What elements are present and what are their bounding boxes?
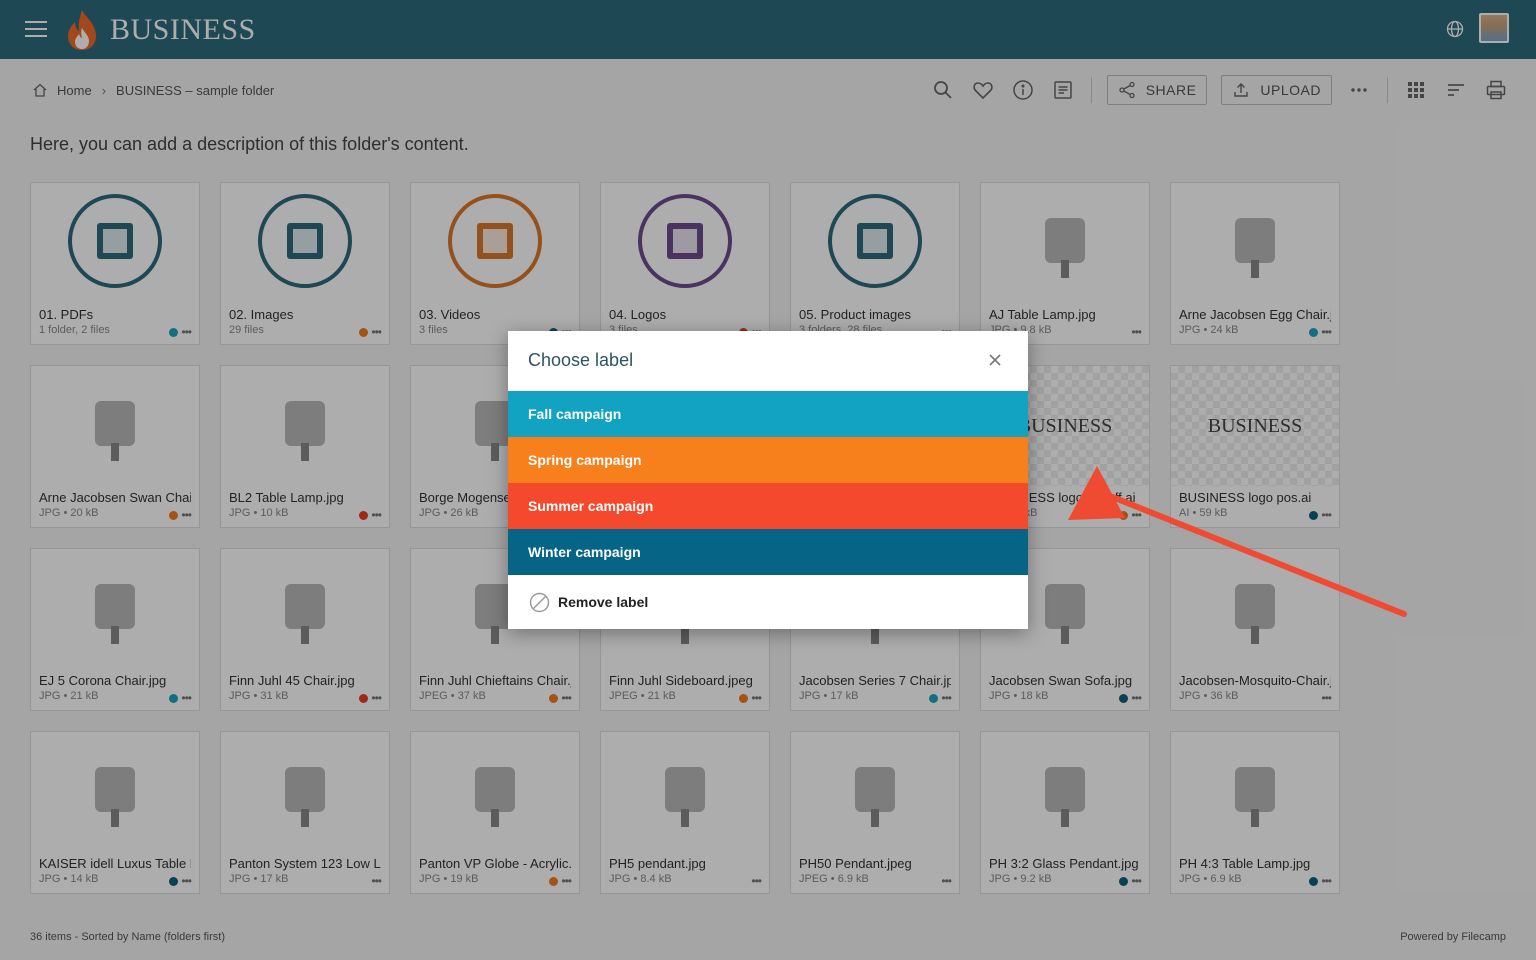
label-option-fall[interactable]: Fall campaign: [508, 391, 1028, 437]
prohibited-icon: [529, 592, 550, 612]
label-option-text: Summer campaign: [528, 498, 654, 514]
label-option-text: Fall campaign: [528, 406, 622, 422]
label-option-text: Winter campaign: [528, 544, 641, 560]
remove-label-button[interactable]: Remove label: [508, 575, 1028, 629]
label-option-spring[interactable]: Spring campaign: [508, 437, 1028, 483]
label-option-winter[interactable]: Winter campaign: [508, 529, 1028, 575]
dialog-title: Choose label: [528, 350, 634, 370]
label-option-summer[interactable]: Summer campaign: [508, 483, 1028, 529]
close-icon[interactable]: [988, 353, 1002, 367]
remove-label-text: Remove label: [558, 594, 649, 610]
label-option-text: Spring campaign: [528, 452, 642, 468]
choose-label-dialog: Choose label Fall campaign Spring campai…: [508, 331, 1028, 629]
